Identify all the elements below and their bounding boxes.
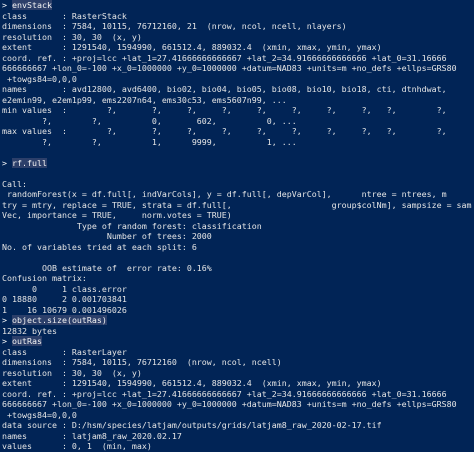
command-text: envStack [12, 0, 52, 10]
output-line: class : RasterStack [2, 10, 127, 21]
output-line: dimensions : 7584, 10115, 76712160, 21 (… [2, 21, 347, 31]
output-line: try = mtry, replace = TRUE, strata = df.… [2, 200, 472, 211]
output-line: Confusion matrix: [2, 273, 87, 283]
output-line: coord. ref. : +proj=lcc +lat_1=27.416666… [2, 52, 447, 63]
prompt-line[interactable]: > envStack [2, 0, 472, 11]
output-line: +towgs84=0,0,0 [2, 409, 77, 420]
prompt-symbol: > [2, 336, 12, 346]
output-line: names : latjam8_raw_2020.02.17 [2, 430, 182, 441]
output-line: max values : ?, ?, ?, ?, ?, ?, ?, ?, ?, … [2, 126, 447, 136]
output-line: data source : D:/hsm/species/latjam/outp… [2, 420, 382, 430]
output-line: coord. ref. : +proj=lcc +lat_1=27.416666… [2, 388, 447, 399]
output-line: Type of random forest: classification [2, 220, 262, 231]
output-line: resolution : 30, 30 (x, y) [2, 367, 142, 378]
output-line: ?, ?, 0, 602, 0, ... [2, 115, 297, 126]
output-line: names : avd12800, avd6400, bio02, bio04,… [2, 84, 447, 94]
output-line: 0 18880 2 0.001703841 [2, 294, 127, 304]
output-line: OOB estimate of error rate: 0.16% [2, 262, 212, 273]
output-line: resolution : 30, 30 (x, y) [2, 31, 142, 42]
output-line: 0 1 class.error [2, 283, 127, 294]
output-line: No. of variables tried at each split: 6 [2, 241, 197, 252]
prompt-symbol: > [2, 0, 12, 10]
prompt-line[interactable]: > rf.full [2, 157, 472, 169]
output-line: +towgs84=0,0,0 [2, 73, 77, 84]
output-line: extent : 1291540, 1594990, 661512.4, 889… [2, 378, 382, 388]
output-line: class : RasterLayer [2, 346, 127, 357]
command-text: object.size(outRas) [12, 315, 107, 325]
output-line: randomForest(x = df.full[, indVarCols], … [2, 189, 447, 199]
output-line: 1 16 10679 0.001496026 [2, 304, 127, 315]
output-line: Call: [2, 178, 27, 189]
output-line: Number of trees: 2000 [2, 231, 212, 241]
output-line: 12832 bytes [2, 325, 57, 336]
output-line: ?, ?, 1, 9999, 1, ... [2, 136, 297, 147]
output-line: dimensions : 7584, 10115, 76712160 (nrow… [2, 357, 282, 367]
prompt-symbol: > [2, 315, 12, 325]
prompt-line[interactable]: > outRas [2, 336, 472, 347]
output-line: e2emin99, e2em1p99, ems2207n64, ems30c53… [2, 94, 287, 105]
output-line: 666666667 +lon_0=-100 +x_0=1000000 +y_0=… [2, 399, 457, 409]
output-line: Vec, importance = TRUE, norm.votes = TRU… [2, 210, 232, 220]
prompt-line[interactable]: > object.size(outRas) [2, 315, 472, 326]
command-text: outRas [12, 336, 42, 346]
output-line: min values : ?, ?, ?, ?, ?, ?, ?, ?, ?, … [2, 105, 447, 115]
output-line: values : 0, 1 (min, max) [2, 441, 152, 451]
command-text: rf.full [12, 157, 47, 168]
output-line: extent : 1291540, 1594990, 661512.4, 889… [2, 42, 382, 52]
output-text: try = mtry, replace = TRUE, strata = df.… [2, 199, 472, 210]
output-line: 666666667 +lon_0=-100 +x_0=1000000 +y_0=… [2, 63, 457, 73]
prompt-symbol: > [2, 157, 12, 168]
r-console-output[interactable]: > envStack class : RasterStack dimension… [0, 0, 474, 451]
